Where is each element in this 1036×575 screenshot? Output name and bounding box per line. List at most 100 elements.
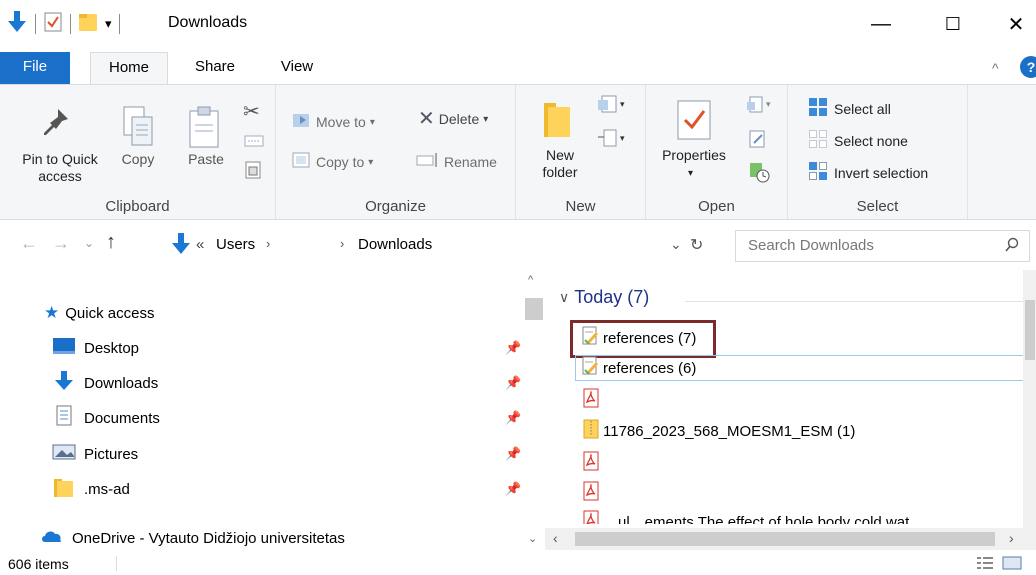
scroll-up-arrow-icon[interactable]: ^ (528, 274, 533, 286)
new-item-icon[interactable]: ▾ (596, 95, 630, 121)
close-button[interactable]: ✕ (996, 0, 1036, 48)
breadcrumb-chevron-icon[interactable]: › (266, 236, 270, 251)
pdf-icon (583, 481, 599, 505)
move-to-icon (292, 111, 312, 133)
desktop-icon (52, 336, 76, 360)
address-bar-row: ← → ⌄ ↑ « Users › › Downloads ⌄ ↻ Search… (0, 220, 1036, 270)
paste-icon (188, 105, 220, 153)
history-icon[interactable] (748, 161, 770, 187)
up-arrow-icon[interactable]: ↑ (106, 231, 116, 254)
search-input[interactable]: Search Downloads (735, 230, 1030, 262)
file-row[interactable]: …ul…ements The effect of hole body cold … (583, 510, 909, 524)
help-icon[interactable]: ? (1020, 56, 1036, 78)
pdf-icon (583, 451, 599, 475)
tab-view[interactable]: View (262, 52, 332, 84)
tab-file[interactable]: File (0, 52, 70, 84)
group-header-today[interactable]: ∨ Today (7) (559, 287, 649, 308)
cut-scissors-icon[interactable]: ✂ (243, 99, 260, 124)
nav-item-label: .ms-ad (84, 480, 130, 498)
paste-label: Paste (188, 151, 224, 167)
scroll-left-arrow-icon[interactable]: ‹ (553, 530, 558, 546)
back-arrow-icon[interactable]: ← (20, 233, 38, 254)
paste-button[interactable]: Paste (180, 105, 234, 175)
delete-x-icon: ✕ (418, 108, 435, 130)
paste-shortcut-icon[interactable] (244, 159, 262, 183)
download-arrow-icon[interactable] (6, 10, 28, 38)
scroll-down-arrow-icon[interactable]: ⌄ (528, 532, 537, 545)
pdf-icon (583, 510, 599, 524)
scrollbar-thumb[interactable] (1025, 300, 1035, 360)
address-bar[interactable]: « Users › › Downloads ⌄ ↻ (160, 232, 725, 260)
properties-checkmark-icon[interactable] (43, 11, 63, 37)
file-row[interactable] (583, 387, 599, 413)
minimize-button[interactable]: — (858, 0, 904, 48)
refresh-icon[interactable]: ↻ (690, 235, 703, 255)
pin-icon[interactable]: 📌 (505, 481, 521, 497)
nav-item-onedrive[interactable]: OneDrive - Vytauto Didžiojo universiteta… (40, 526, 345, 550)
new-group: New folder ▾ ▾ New (516, 85, 646, 219)
easy-access-icon[interactable]: ▾ (596, 129, 630, 155)
forward-arrow-icon[interactable]: → (52, 233, 70, 254)
file-row[interactable] (583, 480, 599, 506)
collapse-chevron-icon[interactable]: ∨ (559, 289, 569, 306)
nav-item-label: OneDrive - Vytauto Didžiojo universiteta… (72, 529, 345, 547)
open-icon[interactable]: ▾ (746, 95, 776, 119)
maximize-button[interactable]: ☐ (930, 0, 976, 48)
star-icon: ★ (44, 303, 60, 322)
large-icons-view-icon[interactable] (1002, 555, 1022, 574)
pin-icon[interactable]: 📌 (505, 340, 521, 356)
nav-item-label: Pictures (84, 445, 139, 463)
copy-path-icon[interactable] (244, 133, 264, 153)
properties-icon (676, 99, 712, 145)
pin-icon[interactable]: 📌 (505, 446, 521, 462)
copy-to-button[interactable]: Copy to ▾ (292, 151, 373, 173)
file-list-vertical-scrollbar[interactable] (1023, 270, 1036, 528)
pin-icon[interactable]: 📌 (505, 410, 521, 426)
customize-qat-dropdown-icon[interactable]: ▾ (105, 16, 112, 32)
copy-button[interactable]: Copy (118, 105, 168, 175)
svg-text:▾: ▾ (766, 100, 771, 110)
select-none-button[interactable]: Select none (808, 129, 908, 153)
nav-item-downloads[interactable]: Downloads (52, 371, 158, 395)
nav-item-ms-ad[interactable]: .ms-ad (52, 477, 130, 501)
move-to-button[interactable]: Move to ▾ (292, 111, 375, 133)
pin-icon[interactable]: 📌 (505, 375, 521, 391)
minimize-ribbon-chevron-icon[interactable]: ^ (992, 60, 999, 76)
nav-quick-access[interactable]: ★ Quick access (44, 301, 154, 325)
nav-item-desktop[interactable]: Desktop (52, 336, 139, 360)
properties-button[interactable]: Properties ▾ (656, 99, 732, 199)
file-list-horizontal-scrollbar[interactable]: ‹ › (545, 528, 1036, 550)
file-row[interactable] (583, 450, 599, 476)
text-file-icon (581, 356, 599, 380)
tab-home[interactable]: Home (90, 52, 168, 84)
breadcrumb-downloads[interactable]: Downloads (358, 236, 432, 253)
breadcrumb-users[interactable]: Users (216, 236, 255, 253)
tab-share[interactable]: Share (180, 52, 250, 84)
address-overflow[interactable]: « (196, 236, 204, 253)
nav-item-documents[interactable]: Documents (52, 405, 160, 430)
recent-locations-chevron-icon[interactable]: ⌄ (84, 236, 94, 250)
new-folder-button[interactable]: New folder (532, 99, 588, 189)
search-icon (1005, 237, 1019, 257)
file-row[interactable]: 11786_2023_568_MOESM1_ESM (1) (583, 418, 855, 444)
scrollbar-thumb[interactable] (525, 298, 543, 320)
select-all-icon (808, 97, 828, 121)
delete-button[interactable]: ✕ Delete ▾ (418, 108, 488, 130)
item-count: 606 items (8, 556, 69, 572)
edit-icon[interactable] (746, 129, 768, 153)
rename-button[interactable]: Rename (416, 151, 497, 173)
file-row[interactable]: references (6) (581, 355, 696, 381)
organize-group: Move to ▾ ✕ Delete ▾ Copy to ▾ Rename Or… (276, 85, 516, 219)
new-folder-icon[interactable] (78, 11, 98, 37)
breadcrumb-chevron-icon[interactable]: › (340, 236, 344, 251)
pin-to-quick-access-button[interactable]: Pin to Quick access (0, 105, 108, 190)
scroll-right-arrow-icon[interactable]: › (1009, 530, 1014, 546)
invert-selection-button[interactable]: Invert selection (808, 161, 928, 185)
navigation-pane-scrollbar[interactable]: ^ ⌄ (523, 270, 545, 552)
select-all-button[interactable]: Select all (808, 97, 891, 121)
address-dropdown-chevron-icon[interactable]: ⌄ (670, 236, 682, 253)
search-placeholder: Search Downloads (748, 237, 874, 254)
nav-item-pictures[interactable]: Pictures (52, 442, 138, 466)
details-view-icon[interactable] (976, 555, 994, 574)
scrollbar-thumb[interactable] (575, 532, 995, 546)
